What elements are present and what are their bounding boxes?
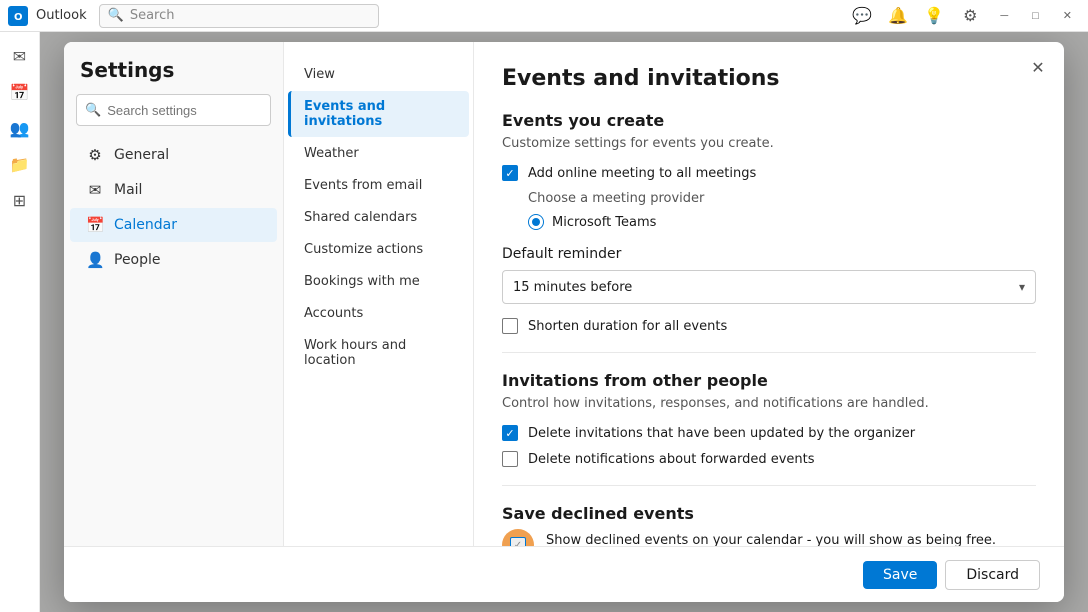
settings-nav-people-label: People <box>114 252 161 268</box>
provider-group: Choose a meeting provider Microsoft Team… <box>528 191 1036 230</box>
main-layout: ✉ 📅 👥 📁 ⊞ ✕ Settings 🔍 <box>0 32 1088 612</box>
chat-icon[interactable]: 💬 <box>848 2 876 30</box>
middle-nav-events-from-email[interactable]: Events from email <box>288 170 469 201</box>
bell-icon[interactable]: 🔔 <box>884 2 912 30</box>
teams-radio-button[interactable] <box>528 214 544 230</box>
search-icon: 🔍 <box>85 103 101 118</box>
discard-button[interactable]: Discard <box>945 560 1040 590</box>
middle-nav-bookings[interactable]: Bookings with me <box>288 266 469 297</box>
settings-icon[interactable]: ⚙ <box>956 2 984 30</box>
shorten-duration-label: Shorten duration for all events <box>528 319 727 334</box>
settings-nav-mail-label: Mail <box>114 182 142 198</box>
delete-updated-row: ✓ Delete invitations that have been upda… <box>502 425 1036 441</box>
minimize-button[interactable]: ─ <box>992 2 1016 30</box>
delete-forwarded-row: Delete notifications about forwarded eve… <box>502 451 1036 467</box>
settings-main-content: Events and invitations Events you create… <box>474 42 1064 602</box>
sidebar-icon-mail[interactable]: ✉ <box>4 40 36 72</box>
delete-forwarded-checkbox[interactable] <box>502 451 518 467</box>
middle-nav-accounts[interactable]: Accounts <box>288 298 469 329</box>
modal-overlay: ✕ Settings 🔍 ⚙ General ✉ Mail <box>40 32 1088 612</box>
teams-radio-row: Microsoft Teams <box>528 214 1036 230</box>
sidebar-icon-calendar[interactable]: 📅 <box>4 76 36 108</box>
save-declined-title: Save declined events <box>502 504 1036 523</box>
middle-nav-events[interactable]: Events and invitations <box>288 91 469 137</box>
settings-nav-general-label: General <box>114 147 169 163</box>
middle-nav-accounts-label: Accounts <box>304 306 363 321</box>
titlebar-actions: 💬 🔔 💡 ⚙ ─ □ ✕ <box>848 2 1080 30</box>
default-reminder-label: Default reminder <box>502 246 1036 262</box>
events-create-title: Events you create <box>502 111 1036 130</box>
content-area: ✕ Settings 🔍 ⚙ General ✉ Mail <box>40 32 1088 612</box>
invitations-title: Invitations from other people <box>502 371 1036 390</box>
middle-nav-customize-label: Customize actions <box>304 242 423 257</box>
sidebar-icon-people[interactable]: 👥 <box>4 112 36 144</box>
titlebar-search[interactable]: 🔍 Search <box>99 4 379 28</box>
sidebar-icon-files[interactable]: 📁 <box>4 148 36 180</box>
sidebar-icon-apps[interactable]: ⊞ <box>4 184 36 216</box>
add-online-meeting-label: Add online meeting to all meetings <box>528 166 756 181</box>
app-name: Outlook <box>36 8 87 23</box>
settings-title: Settings <box>64 58 283 94</box>
search-placeholder: Search <box>130 8 175 23</box>
middle-nav-events-label: Events and invitations <box>304 99 453 129</box>
reminder-value: 15 minutes before <box>513 280 632 295</box>
middle-nav-shared-label: Shared calendars <box>304 210 417 225</box>
close-button[interactable]: ✕ <box>1055 2 1080 30</box>
settings-nav-general[interactable]: ⚙ General <box>70 138 277 172</box>
middle-nav-work-hours-label: Work hours and location <box>304 338 453 368</box>
modal-footer: Save Discard <box>64 546 1064 602</box>
delete-forwarded-label: Delete notifications about forwarded eve… <box>528 452 815 467</box>
maximize-button[interactable]: □ <box>1024 2 1047 30</box>
shorten-duration-checkbox[interactable] <box>502 318 518 334</box>
shorten-duration-row: Shorten duration for all events <box>502 318 1036 334</box>
outlook-logo: O <box>8 6 28 26</box>
middle-nav-customize[interactable]: Customize actions <box>288 234 469 265</box>
add-online-meeting-row: ✓ Add online meeting to all meetings <box>502 165 1036 181</box>
settings-search-input[interactable] <box>107 103 283 118</box>
settings-nav-mail[interactable]: ✉ Mail <box>70 173 277 207</box>
general-icon: ⚙ <box>86 146 104 164</box>
settings-modal: ✕ Settings 🔍 ⚙ General ✉ Mail <box>64 42 1064 602</box>
section-divider-2 <box>502 485 1036 486</box>
save-button[interactable]: Save <box>863 561 937 589</box>
middle-nav-events-from-email-label: Events from email <box>304 178 422 193</box>
check-icon-2: ✓ <box>505 427 514 440</box>
bulb-icon[interactable]: 💡 <box>920 2 948 30</box>
middle-nav-weather[interactable]: Weather <box>288 138 469 169</box>
middle-nav-bookings-label: Bookings with me <box>304 274 420 289</box>
sidebar-icons: ✉ 📅 👥 📁 ⊞ <box>0 32 40 612</box>
check-icon: ✓ <box>505 167 514 180</box>
svg-text:O: O <box>14 12 23 23</box>
page-title: Events and invitations <box>502 66 1036 91</box>
settings-middle-panel: View Events and invitations Weather Even… <box>284 42 474 602</box>
middle-nav-view[interactable]: View <box>288 59 469 90</box>
radio-dot <box>532 218 540 226</box>
people-icon: 👤 <box>86 251 104 269</box>
invitations-desc: Control how invitations, responses, and … <box>502 396 1036 411</box>
settings-nav-calendar[interactable]: 📅 Calendar <box>70 208 277 242</box>
settings-nav-calendar-label: Calendar <box>114 217 177 233</box>
choose-provider-label: Choose a meeting provider <box>528 191 1036 206</box>
settings-nav-people[interactable]: 👤 People <box>70 243 277 277</box>
section-divider <box>502 352 1036 353</box>
middle-nav-view-label: View <box>304 67 335 82</box>
middle-nav-work-hours[interactable]: Work hours and location <box>288 330 469 376</box>
mail-icon: ✉ <box>86 181 104 199</box>
middle-nav-weather-label: Weather <box>304 146 359 161</box>
teams-radio-label: Microsoft Teams <box>552 215 656 230</box>
settings-search-box[interactable]: 🔍 <box>76 94 271 126</box>
search-icon: 🔍 <box>108 8 124 23</box>
reminder-dropdown[interactable]: 15 minutes before ▾ <box>502 270 1036 304</box>
middle-nav-shared[interactable]: Shared calendars <box>288 202 469 233</box>
delete-updated-checkbox[interactable]: ✓ <box>502 425 518 441</box>
settings-left-panel: Settings 🔍 ⚙ General ✉ Mail <box>64 42 284 602</box>
delete-updated-label: Delete invitations that have been update… <box>528 426 915 441</box>
chevron-down-icon: ▾ <box>1019 280 1025 294</box>
titlebar: O Outlook 🔍 Search 💬 🔔 💡 ⚙ ─ □ ✕ <box>0 0 1088 32</box>
events-create-desc: Customize settings for events you create… <box>502 136 1036 151</box>
add-online-meeting-checkbox[interactable]: ✓ <box>502 165 518 181</box>
calendar-icon: 📅 <box>86 216 104 234</box>
